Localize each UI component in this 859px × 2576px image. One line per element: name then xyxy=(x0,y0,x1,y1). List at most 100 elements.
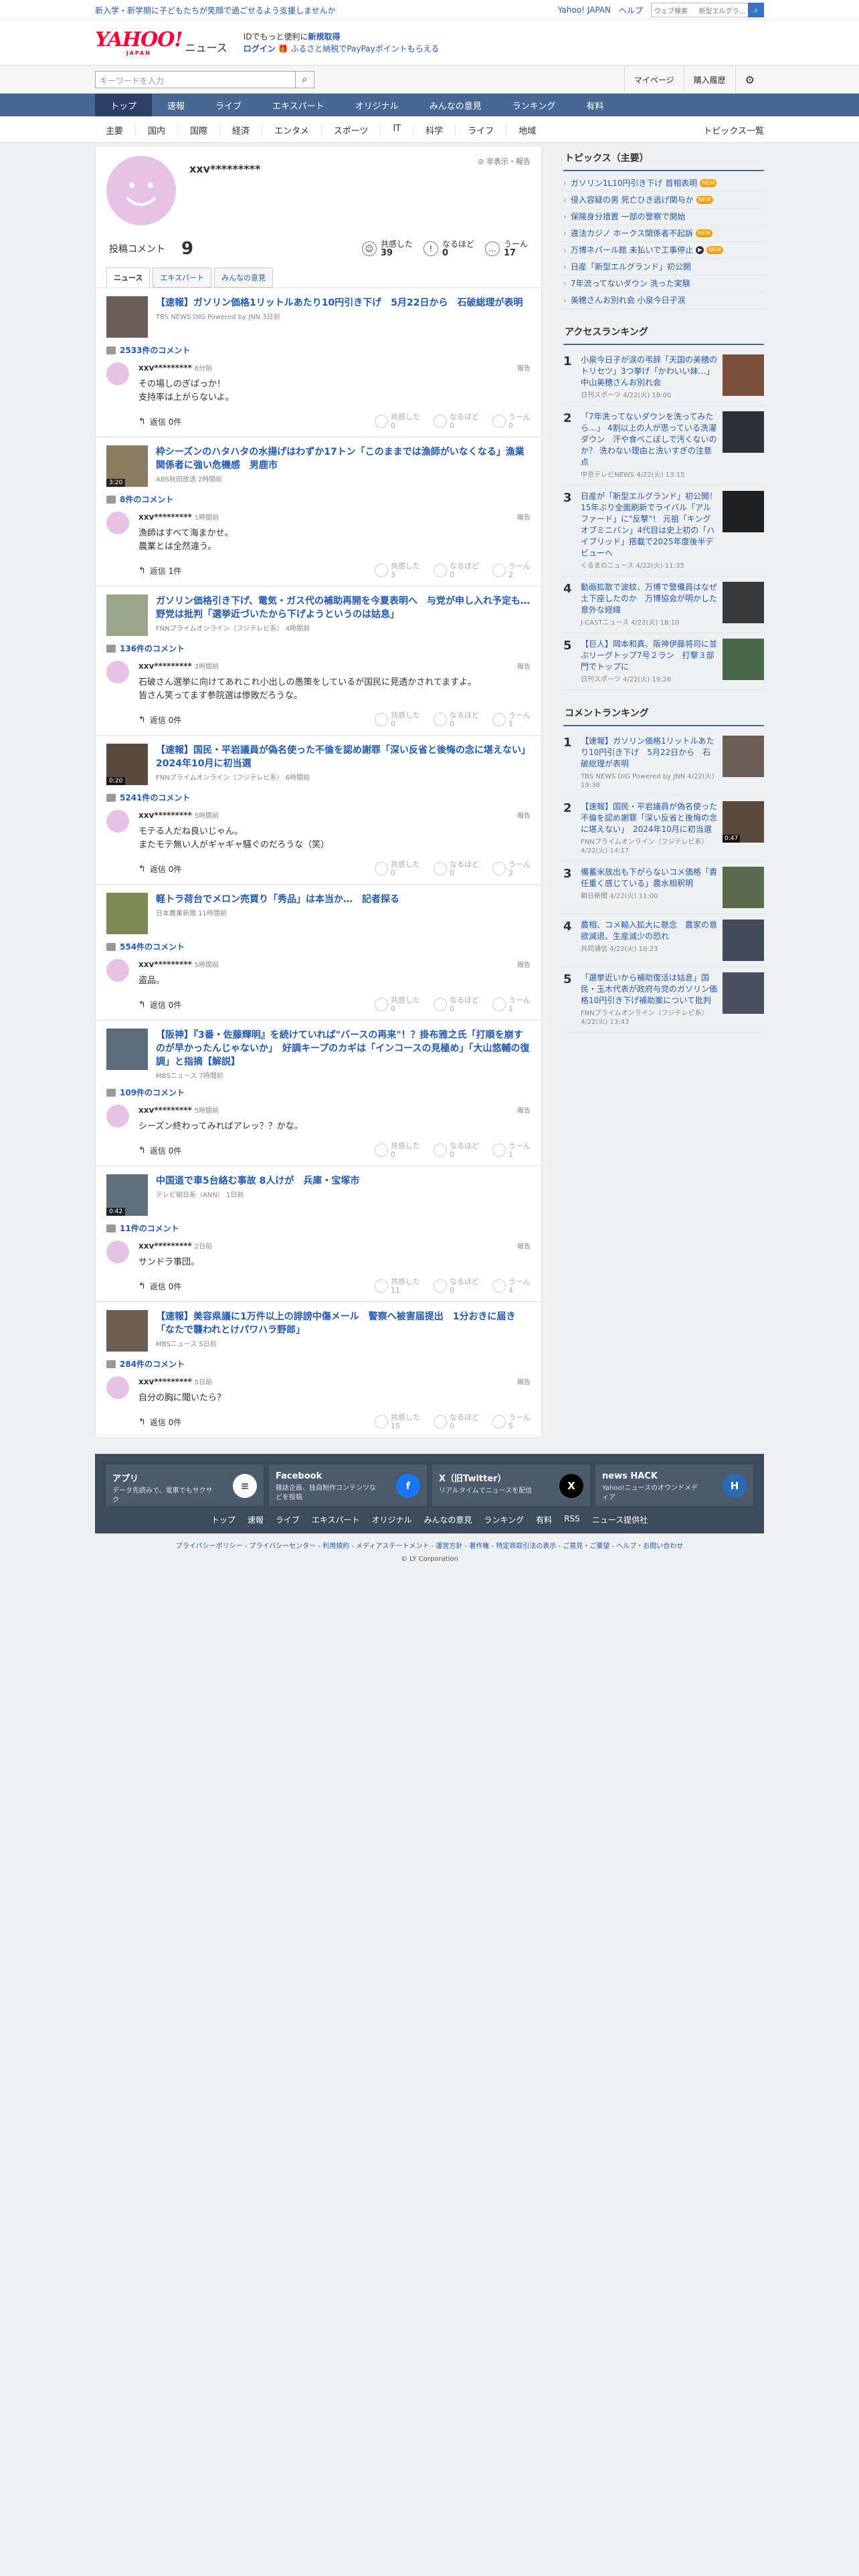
topic-item[interactable]: 日産「新型エルグランド」初公開 xyxy=(563,259,764,276)
reaction-button[interactable]: 共感した 0 xyxy=(375,711,420,728)
topic-item[interactable]: 保険身分措置 一部の警察で開始 xyxy=(563,209,764,225)
yahoo-japan-link[interactable]: Yahoo! JAPAN xyxy=(558,5,611,15)
comment-tab[interactable]: エキスパート xyxy=(153,267,212,288)
settings-button[interactable]: ⚙ xyxy=(735,66,764,94)
ranking-item[interactable]: 5 【巨人】岡本和真、阪神伊藤将司に並ぶリーグトップ7号２ラン 打撃３部門でトップ… xyxy=(563,633,764,690)
article-title-link[interactable]: 【速報】国民・平岩議員が偽名使った不倫を認め謝罪「深い反省と後悔の念に堪えない」… xyxy=(156,745,535,769)
help-link[interactable]: ヘルプ xyxy=(619,5,643,16)
article-title-link[interactable]: 【速報】美容県議に1万件以上の誹謗中傷メール 警察へ被害届提出 1分おきに届き「… xyxy=(156,1311,515,1335)
reaction-button[interactable]: うーん 2 xyxy=(492,562,531,579)
comment-count-link[interactable]: 2533件のコメント xyxy=(106,344,531,356)
reaction-button[interactable]: なるほど 0 xyxy=(434,1277,479,1295)
reaction-button[interactable]: 共感した 15 xyxy=(375,1413,420,1430)
reaction-button[interactable]: なるほど 0 xyxy=(434,996,479,1013)
reaction-button[interactable]: うーん 4 xyxy=(492,1277,531,1295)
reaction-button[interactable]: うーん 1 xyxy=(492,996,531,1013)
web-search-input[interactable]: ウェブ検索 新型エルグラ... xyxy=(651,3,748,17)
hide-report-link[interactable]: ⊘ 非表示・報告 xyxy=(478,156,531,167)
footer-link[interactable]: みんなの意見 xyxy=(424,1514,472,1525)
footer-link[interactable]: ランキング xyxy=(484,1514,524,1525)
reaction-button[interactable]: なるほど 0 xyxy=(434,413,479,430)
reaction-button[interactable]: なるほど 0 xyxy=(434,562,479,579)
topic-item[interactable]: 7年流ってないダウン 洗った実験 xyxy=(563,276,764,292)
category-link[interactable]: 国内 xyxy=(135,123,177,136)
footer-link[interactable]: オリジナル xyxy=(372,1514,412,1525)
comment-count-link[interactable]: 11件のコメント xyxy=(106,1222,531,1234)
nav-tab[interactable]: エキスパート xyxy=(257,94,340,116)
web-search-button[interactable]: ⌕ xyxy=(748,3,764,17)
report-link[interactable]: 報告 xyxy=(517,1241,531,1251)
article-thumbnail[interactable] xyxy=(106,1029,148,1070)
reaction-button[interactable]: なるほど 0 xyxy=(434,1142,479,1159)
footer-link[interactable]: ライブ xyxy=(276,1514,300,1525)
topic-item[interactable]: 違法カジノ ホークス関係者不起訴NEW xyxy=(563,225,764,242)
article-thumbnail[interactable] xyxy=(106,296,148,338)
footer-link[interactable]: ニュース提供社 xyxy=(592,1514,648,1525)
ranking-item[interactable]: 3 備蓄米放出も下がらないコメ価格「責任重く感じている」農水相釈明 朝日新聞 4/2… xyxy=(563,861,764,914)
footer-card[interactable]: Facebook 雑誌企画、独自制作コンテンツなどを投稿 f xyxy=(269,1465,427,1506)
reaction-button[interactable]: うーん 1 xyxy=(492,711,531,728)
keyword-input[interactable]: キーワードを入力 xyxy=(95,71,296,88)
report-link[interactable]: 報告 xyxy=(517,959,531,969)
ranking-item[interactable]: 2 【速報】国民・平岩議員が偽名使った不倫を認め謝罪「深い反省と後悔の念に堪えない… xyxy=(563,796,764,861)
keyword-search-button[interactable]: ⌕ xyxy=(296,71,314,88)
nav-tab[interactable]: みんなの意見 xyxy=(414,94,497,116)
signup-link[interactable]: 新規取得 xyxy=(308,32,341,41)
reply-button[interactable]: ↰ 返信 0件 xyxy=(138,1416,181,1428)
report-link[interactable]: 報告 xyxy=(517,661,531,671)
comment-count-link[interactable]: 554件のコメント xyxy=(106,941,531,952)
reaction-button[interactable]: うーん 5 xyxy=(492,1413,531,1430)
report-link[interactable]: 報告 xyxy=(517,810,531,820)
article-title-link[interactable]: 【速報】ガソリン価格1リットルあたり10円引き下げ 5月22日から 石破総理が表… xyxy=(156,298,522,308)
article-title-link[interactable]: 中国道で車5台絡む事故 8人けが 兵庫・宝塚市 xyxy=(156,1176,359,1186)
reply-button[interactable]: ↰ 返信 1件 xyxy=(138,565,181,576)
reply-button[interactable]: ↰ 返信 0件 xyxy=(138,999,181,1010)
nav-tab[interactable]: 有料 xyxy=(571,94,619,116)
mypage-link[interactable]: マイページ xyxy=(624,66,684,94)
comment-count-link[interactable]: 109件のコメント xyxy=(106,1087,531,1098)
footer-card[interactable]: X（旧Twitter） リアルタイムでニュースを配信 X xyxy=(432,1465,590,1506)
category-link[interactable]: 科学 xyxy=(413,123,455,136)
reaction-button[interactable]: 共感した 0 xyxy=(375,996,420,1013)
footer-link[interactable]: 有料 xyxy=(536,1514,552,1525)
reaction-button[interactable]: なるほど 0 xyxy=(434,1413,479,1430)
reaction-button[interactable]: うーん 1 xyxy=(492,1142,531,1159)
ranking-item[interactable]: 2 「7年洗ってないダウンを洗ってみたら…」 4割以上の人が思っている洗濯ダウン … xyxy=(563,406,764,486)
ranking-item[interactable]: 4 動画拡散で波紋、万博で警備員はなぜ土下座したのか 万博協会が明かした意外な経緯… xyxy=(563,576,764,633)
ranking-item[interactable]: 5 「選挙近いから補助復活は姑息」国民・玉木代表が政府与党のガソリン価格10円引き… xyxy=(563,967,764,1033)
reaction-button[interactable]: 共感した 11 xyxy=(375,1277,420,1295)
furusato-link[interactable]: ふるさと納税でPayPayポイントもらえる xyxy=(290,44,439,53)
ranking-item[interactable]: 1 小泉今日子が涙の弔辞「天国の美穂のトリセツ」3つ挙げ「かわいい妹…」中山美穂さ… xyxy=(563,349,764,406)
nav-tab[interactable]: トップ xyxy=(95,94,153,116)
all-topics-link[interactable]: トピックス一覧 xyxy=(703,124,764,136)
comment-tab[interactable]: みんなの意見 xyxy=(214,267,274,288)
topic-item[interactable]: 侵入容疑の男 死亡ひき逃げ関与かNEW xyxy=(563,192,764,209)
article-thumbnail[interactable]: 0:20 xyxy=(106,744,148,785)
topic-item[interactable]: ガソリン1L10円引き下げ 首相表明NEW xyxy=(563,175,764,192)
category-link[interactable]: IT xyxy=(380,123,413,136)
category-link[interactable]: スポーツ xyxy=(320,123,381,136)
footer-card[interactable]: news HACK Yahoo!ニュースのオウンドメディア H xyxy=(595,1465,753,1506)
ranking-item[interactable]: 3 日産が「新型エルグランド」初公開！ 15年ぶり全面刷新でライバル「アルファード… xyxy=(563,486,764,576)
article-title-link[interactable]: 軽トラ荷台でメロン売買り「秀品」は本当か… 記者探る xyxy=(156,894,399,905)
article-title-link[interactable]: 【阪神】『3番・佐藤輝明』を続けていれば"バースの再来"！？掛布雅之氏「打順を崩… xyxy=(156,1030,529,1067)
category-link[interactable]: 経済 xyxy=(219,123,262,136)
reply-button[interactable]: ↰ 返信 0件 xyxy=(138,714,181,726)
reaction-button[interactable]: 共感した 0 xyxy=(375,860,420,877)
article-thumbnail[interactable] xyxy=(106,595,148,636)
reaction-button[interactable]: 共感した 0 xyxy=(375,413,420,430)
footer-card[interactable]: アプリ データ先読みで、電車でもサクサク ≡ xyxy=(106,1465,264,1506)
report-link[interactable]: 報告 xyxy=(517,1376,531,1386)
reaction-button[interactable]: 共感した 0 xyxy=(375,1142,420,1159)
nav-tab[interactable]: ランキング xyxy=(497,94,571,116)
reply-button[interactable]: ↰ 返信 0件 xyxy=(138,1281,181,1292)
category-link[interactable]: ライフ xyxy=(455,123,506,136)
legal-links[interactable]: プライバシーポリシー - プライバシーセンター - 利用規約 - メディアステー… xyxy=(95,1540,764,1550)
category-link[interactable]: 地域 xyxy=(506,123,548,136)
reaction-button[interactable]: うーん 2 xyxy=(492,860,531,877)
article-title-link[interactable]: ガソリン価格引き下げ、電気・ガス代の補助再開を今夏表明へ 与党が申し入れ予定も…… xyxy=(156,596,539,620)
topic-item[interactable]: 万博ネパール館 未払いで工事停止▶NEW xyxy=(563,242,764,259)
article-title-link[interactable]: 枠シーズンのハタハタの水揚げはわずか17トン「このままでは漁師がいなくなる」漁業… xyxy=(156,447,524,471)
category-link[interactable]: 主要 xyxy=(95,124,135,136)
footer-link[interactable]: エキスパート xyxy=(312,1514,360,1525)
